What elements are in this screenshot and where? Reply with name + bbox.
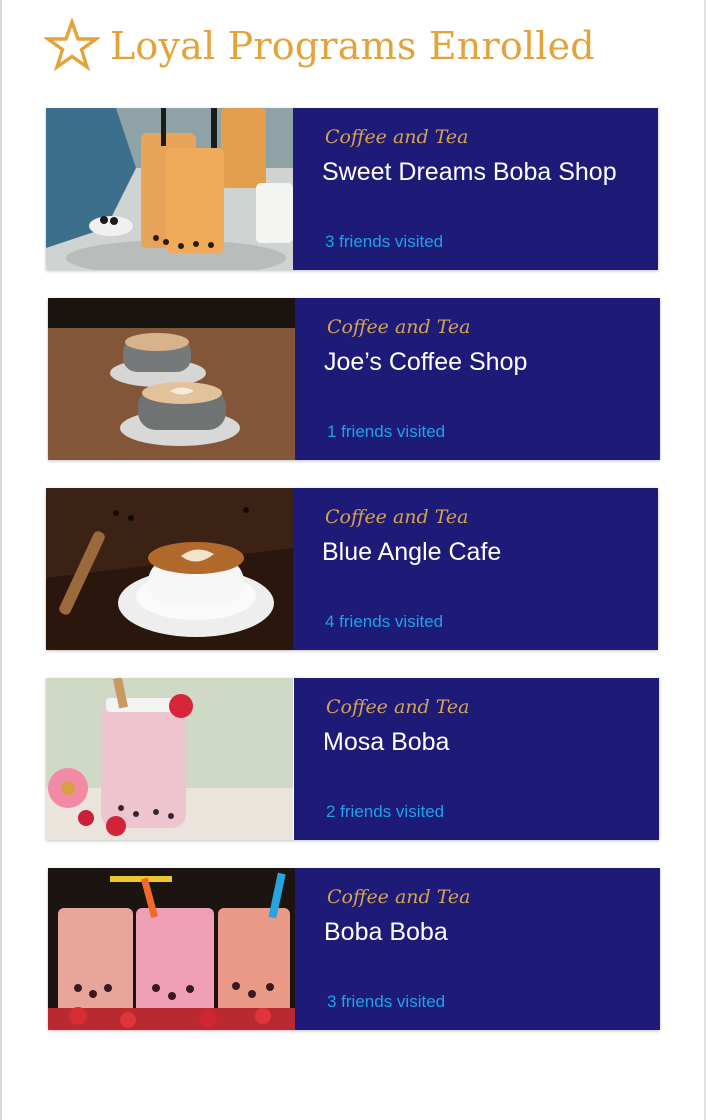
program-info-panel: Coffee and Tea Blue Angle Cafe 4 friends… — [293, 488, 658, 650]
page-title: Loyal Programs Enrolled — [110, 24, 595, 68]
shop-name: Blue Angle Cafe — [322, 538, 502, 566]
shop-name: Joe’s Coffee Shop — [324, 348, 528, 376]
strawberry-boba-photo — [46, 678, 294, 840]
fruit-boba-cups-photo — [48, 868, 295, 1030]
shop-name: Sweet Dreams Boba Shop — [322, 158, 617, 186]
program-info-panel: Coffee and Tea Mosa Boba 2 friends visit… — [294, 678, 659, 840]
friends-visited-count: 1 friends visited — [327, 422, 446, 441]
boba-tea-photo — [46, 108, 293, 270]
page-border-left — [0, 0, 2, 1120]
program-card-mosa-boba[interactable]: Coffee and Tea Mosa Boba 2 friends visit… — [46, 678, 659, 840]
star-outline-icon — [44, 18, 100, 72]
friends-visited-count: 3 friends visited — [325, 232, 444, 251]
category-label: Coffee and Tea — [327, 316, 471, 338]
program-info-panel: Coffee and Tea Joe’s Coffee Shop 1 frien… — [295, 298, 660, 460]
program-info-panel: Coffee and Tea Sweet Dreams Boba Shop 3 … — [293, 108, 658, 270]
program-card-boba-boba[interactable]: Coffee and Tea Boba Boba 3 friends visit… — [48, 868, 660, 1030]
friends-visited-count: 4 friends visited — [325, 612, 444, 631]
category-label: Coffee and Tea — [325, 126, 469, 148]
program-info-panel: Coffee and Tea Boba Boba 3 friends visit… — [295, 868, 660, 1030]
category-label: Coffee and Tea — [326, 696, 470, 718]
category-label: Coffee and Tea — [327, 886, 471, 908]
friends-visited-count: 2 friends visited — [326, 802, 445, 821]
program-card-joes-coffee[interactable]: Coffee and Tea Joe’s Coffee Shop 1 frien… — [48, 298, 660, 460]
latte-cups-photo — [48, 298, 295, 460]
category-label: Coffee and Tea — [325, 506, 469, 528]
friends-visited-count: 3 friends visited — [327, 992, 446, 1011]
shop-name: Mosa Boba — [323, 728, 450, 756]
page-header: Loyal Programs Enrolled — [44, 18, 595, 74]
shop-name: Boba Boba — [324, 918, 448, 946]
program-card-sweet-dreams[interactable]: Coffee and Tea Sweet Dreams Boba Shop 3 … — [46, 108, 658, 270]
program-card-blue-angle-cafe[interactable]: Coffee and Tea Blue Angle Cafe 4 friends… — [46, 488, 658, 650]
latte-art-photo — [46, 488, 293, 650]
